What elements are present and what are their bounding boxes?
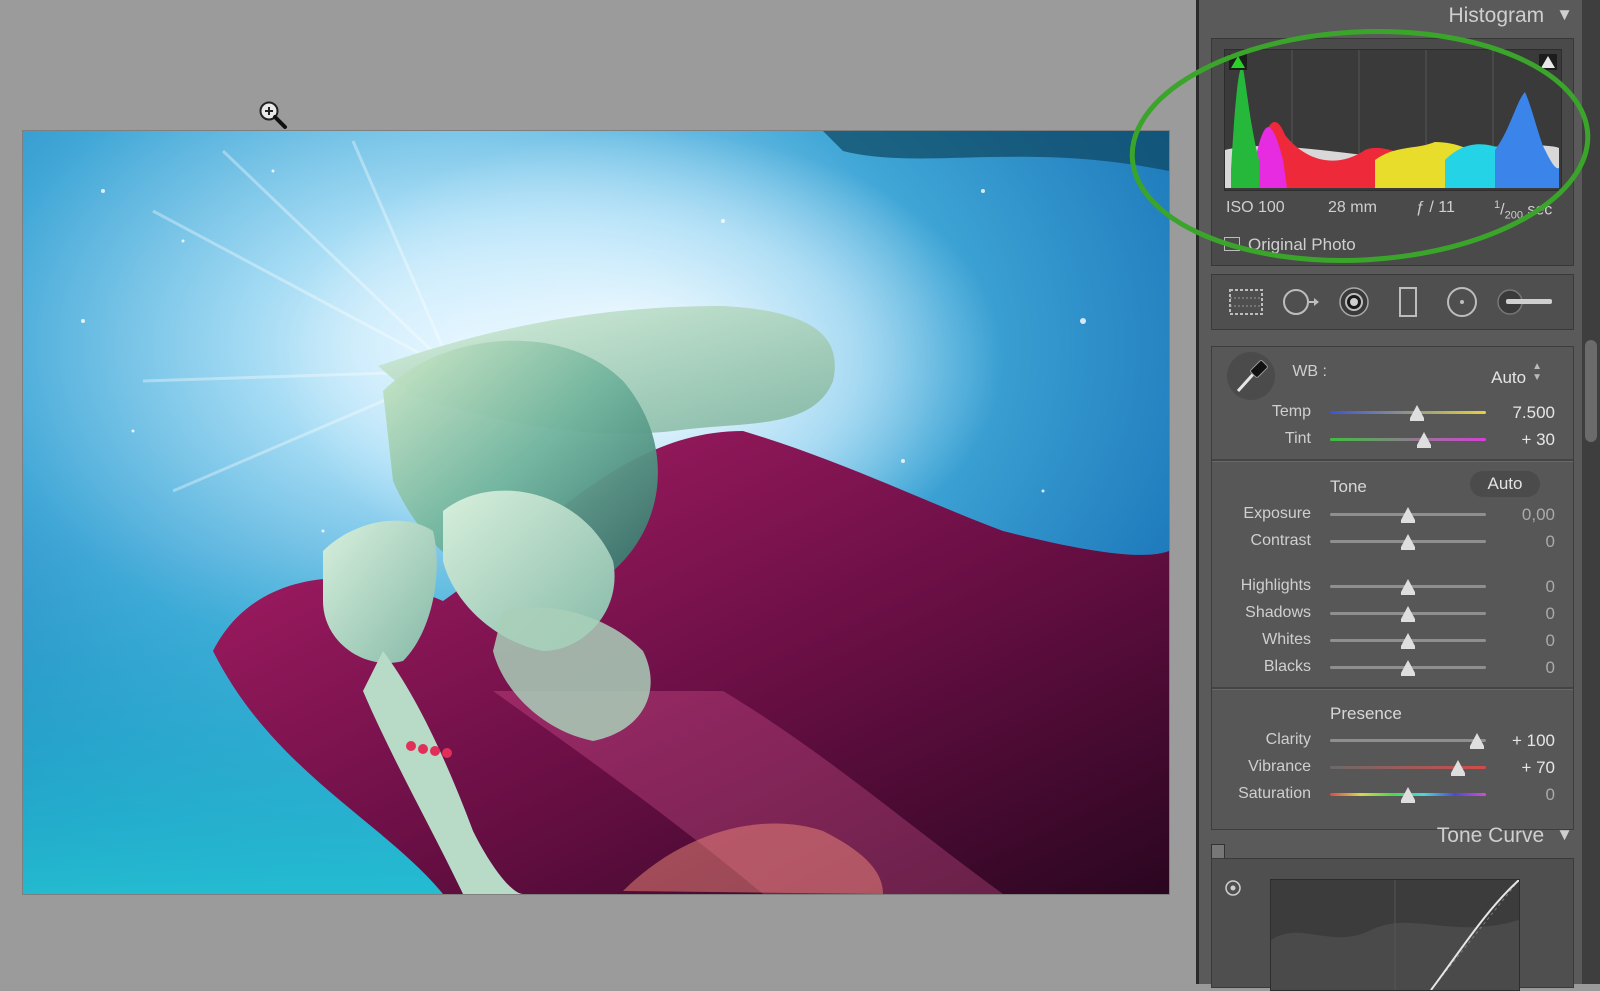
presence-title: Presence	[1330, 704, 1402, 723]
highlights-slider[interactable]	[1330, 579, 1486, 595]
radial-filter-icon[interactable]	[1442, 285, 1482, 319]
develop-right-panel: Histogram ▼ ISO 100 28 mm ƒ / 11 1/200 s…	[1196, 0, 1600, 991]
vibrance-label: Vibrance	[1248, 758, 1311, 775]
divider	[1212, 459, 1573, 462]
saturation-label: Saturation	[1238, 785, 1311, 802]
whites-label: Whites	[1262, 631, 1311, 648]
contrast-label: Contrast	[1250, 532, 1311, 549]
updown-arrows-icon: ▲ ▼	[1532, 361, 1542, 383]
blacks-value[interactable]: 0	[1546, 658, 1555, 678]
tone-curve-graph-shape	[1271, 880, 1519, 990]
original-photo-label: Original Photo	[1248, 235, 1356, 254]
shadows-slider[interactable]	[1330, 606, 1486, 622]
histogram-header[interactable]: Histogram ▼	[1199, 4, 1585, 42]
exif-iso: ISO 100	[1226, 199, 1285, 216]
histogram-graph-shape	[1225, 50, 1559, 188]
divider	[1212, 687, 1573, 690]
tone-title: Tone	[1330, 477, 1367, 496]
clarity-slider[interactable]	[1330, 733, 1486, 749]
clipping-shadows-icon[interactable]	[1229, 54, 1247, 70]
tone-curve-header[interactable]: Tone Curve ▼	[1199, 824, 1585, 862]
tone-curve-graph[interactable]	[1270, 879, 1520, 991]
exposure-value[interactable]: 0,00	[1522, 505, 1555, 525]
adjustment-brush-icon[interactable]	[1496, 285, 1556, 319]
highlights-label: Highlights	[1240, 577, 1311, 594]
clarity-label: Clarity	[1265, 731, 1311, 748]
temp-value[interactable]: 7.500	[1512, 403, 1555, 423]
graduated-filter-icon[interactable]	[1388, 285, 1428, 319]
spot-removal-icon[interactable]	[1280, 285, 1320, 319]
collapse-triangle-icon[interactable]: ▼	[1556, 5, 1573, 25]
wb-label: WB :	[1292, 363, 1327, 380]
blacks-slider[interactable]	[1330, 660, 1486, 676]
saturation-slider[interactable]	[1330, 787, 1486, 803]
exif-info: ISO 100 28 mm ƒ / 11 1/200 sec	[1226, 199, 1562, 223]
clipping-highlights-icon[interactable]	[1539, 54, 1557, 70]
whites-value[interactable]: 0	[1546, 631, 1555, 651]
image-canvas	[0, 0, 1196, 984]
tone-curve-title: Tone Curve	[1436, 824, 1545, 847]
temp-slider[interactable]	[1330, 405, 1486, 421]
basic-panel: WB : Auto ▲ ▼ Temp 7.500 Tint + 30 Tone Au…	[1211, 346, 1574, 830]
exposure-label: Exposure	[1243, 505, 1311, 522]
histogram-graph	[1224, 49, 1562, 191]
clarity-value[interactable]: + 100	[1512, 731, 1555, 751]
zoom-in-icon[interactable]	[258, 100, 288, 130]
wb-select[interactable]: Auto ▲ ▼	[1442, 361, 1542, 387]
underwater-photo-image	[23, 131, 1169, 894]
tone-auto-button[interactable]: Auto	[1470, 471, 1540, 497]
temp-label: Temp	[1271, 403, 1311, 420]
highlights-value[interactable]: 0	[1546, 577, 1555, 597]
checkbox-box[interactable]	[1224, 237, 1240, 251]
contrast-value[interactable]: 0	[1546, 532, 1555, 552]
shadows-label: Shadows	[1245, 604, 1311, 621]
crop-overlay-icon[interactable]	[1226, 285, 1266, 319]
blacks-label: Blacks	[1263, 658, 1311, 675]
histogram-panel: ISO 100 28 mm ƒ / 11 1/200 sec Original …	[1211, 38, 1574, 266]
tone-curve-panel	[1211, 858, 1574, 991]
main-photo[interactable]	[23, 131, 1169, 894]
tool-strip	[1211, 274, 1574, 330]
exif-aperture: ƒ / 11	[1416, 199, 1455, 216]
tint-slider[interactable]	[1330, 432, 1486, 448]
collapse-triangle-icon[interactable]: ▼	[1556, 825, 1573, 845]
whites-slider[interactable]	[1330, 633, 1486, 649]
red-eye-icon[interactable]	[1334, 285, 1374, 319]
exposure-slider[interactable]	[1330, 507, 1486, 523]
target-adjustment-icon[interactable]	[1224, 879, 1242, 897]
histogram-title: Histogram	[1448, 4, 1545, 27]
shadows-value[interactable]: 0	[1546, 604, 1555, 624]
vibrance-slider[interactable]	[1330, 760, 1486, 776]
tint-label: Tint	[1284, 430, 1311, 447]
exif-focal-length: 28 mm	[1328, 199, 1377, 216]
exif-shutter: 1/200 sec	[1494, 199, 1553, 222]
contrast-slider[interactable]	[1330, 534, 1486, 550]
original-photo-checkbox[interactable]: Original Photo	[1224, 235, 1356, 257]
white-balance-eyedropper-icon[interactable]	[1226, 351, 1276, 401]
tint-value[interactable]: + 30	[1521, 430, 1555, 450]
wb-value: Auto	[1491, 368, 1527, 387]
saturation-value[interactable]: 0	[1546, 785, 1555, 805]
panel-scrollbar-thumb[interactable]	[1585, 340, 1597, 442]
vibrance-value[interactable]: + 70	[1521, 758, 1555, 778]
